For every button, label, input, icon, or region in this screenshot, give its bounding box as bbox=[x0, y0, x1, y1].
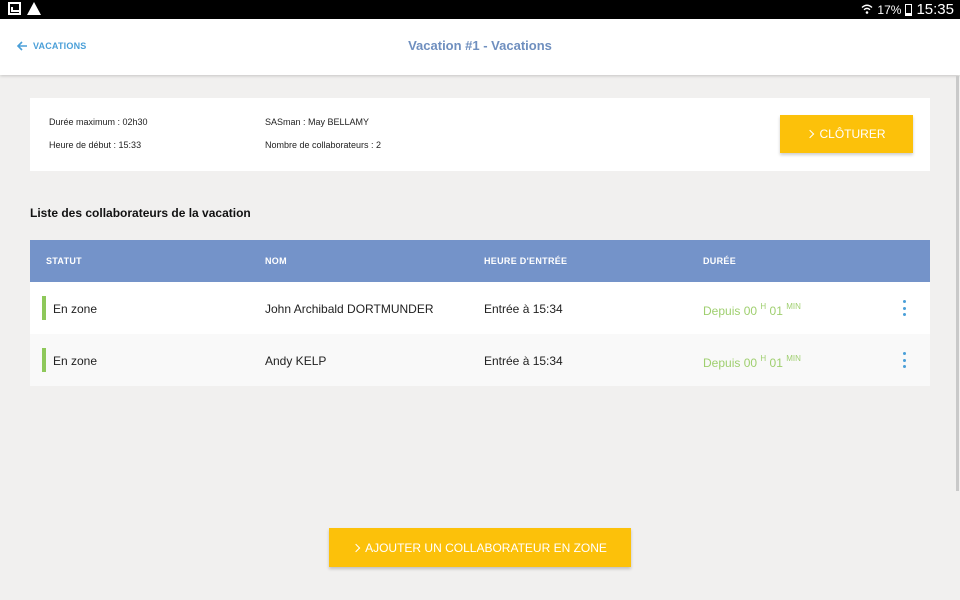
status-cell: En zone bbox=[53, 302, 98, 316]
add-collaborator-button[interactable]: AJOUTER UN COLLABORATEUR EN ZONE bbox=[329, 528, 631, 567]
table-row[interactable]: En zone Andy KELP Entrée à 15:34 Depuis … bbox=[30, 334, 930, 386]
duration-cell: Depuis 00 H 01 MIN bbox=[703, 302, 801, 318]
collaborator-list-title: Liste des collaborateurs de la vacation bbox=[30, 206, 251, 220]
table-header: STATUT NOM HEURE D'ENTRÉE DURÉE bbox=[30, 240, 930, 282]
column-header-status: STATUT bbox=[46, 256, 82, 266]
entry-time-cell: Entrée à 15:34 bbox=[484, 302, 563, 316]
sasman-text: SASman : May BELLAMY bbox=[265, 117, 370, 127]
wifi-icon bbox=[861, 4, 873, 14]
clock: 15:35 bbox=[916, 1, 954, 18]
name-cell: Andy KELP bbox=[265, 354, 327, 368]
column-header-name: NOM bbox=[265, 256, 287, 266]
max-duration-text: Durée maximum : 02h30 bbox=[49, 117, 148, 127]
chevron-right-icon bbox=[351, 543, 361, 552]
add-button-label: AJOUTER UN COLLABORATEUR EN ZONE bbox=[365, 540, 607, 555]
warning-icon bbox=[27, 2, 41, 15]
table-row[interactable]: En zone John Archibald DORTMUNDER Entrée… bbox=[30, 282, 930, 334]
status-indicator bbox=[42, 348, 46, 372]
battery-percent: 17% bbox=[877, 2, 902, 17]
scrollbar[interactable] bbox=[956, 76, 959, 491]
name-cell: John Archibald DORTMUNDER bbox=[265, 302, 434, 316]
duration-cell: Depuis 00 H 01 MIN bbox=[703, 354, 801, 370]
battery-icon bbox=[905, 3, 913, 16]
entry-time-cell: Entrée à 15:34 bbox=[484, 354, 563, 368]
more-options-icon[interactable] bbox=[900, 300, 908, 316]
page-title: Vacation #1 - Vacations bbox=[408, 38, 552, 53]
app-bar: VACATIONS Vacation #1 - Vacations bbox=[0, 19, 960, 75]
gallery-notification-icon bbox=[8, 2, 21, 15]
collaborator-count-text: Nombre de collaborateurs : 2 bbox=[265, 140, 382, 150]
start-time-text: Heure de début : 15:33 bbox=[49, 140, 142, 150]
column-header-entry-time: HEURE D'ENTRÉE bbox=[484, 256, 568, 266]
chevron-right-icon bbox=[806, 129, 815, 139]
status-cell: En zone bbox=[53, 354, 98, 368]
close-vacation-button[interactable]: CLÔTURER bbox=[780, 115, 913, 153]
close-button-label: CLÔTURER bbox=[819, 127, 886, 141]
status-indicator bbox=[42, 296, 46, 320]
column-header-duration: DURÉE bbox=[703, 256, 737, 266]
more-options-icon[interactable] bbox=[900, 352, 908, 368]
system-status-bar: 17% 15:35 bbox=[0, 0, 960, 19]
